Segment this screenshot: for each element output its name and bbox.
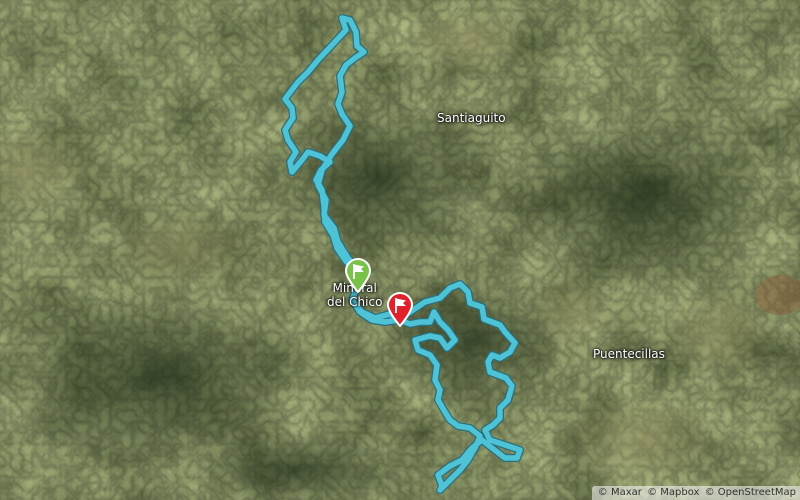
attribution-maxar-link[interactable]: © Maxar (598, 487, 642, 498)
satellite-imagery (0, 0, 800, 500)
end-marker-pin[interactable] (385, 291, 415, 327)
satellite-map[interactable]: Santiaguito Mineral del Chico Puentecill… (0, 0, 800, 500)
attribution-osm-link[interactable]: © OpenStreetMap (705, 487, 796, 498)
attribution-mapbox-link[interactable]: © Mapbox (647, 487, 699, 498)
start-marker-pin[interactable] (343, 257, 373, 293)
map-attribution: © Maxar © Mapbox © OpenStreetMap (591, 486, 800, 500)
